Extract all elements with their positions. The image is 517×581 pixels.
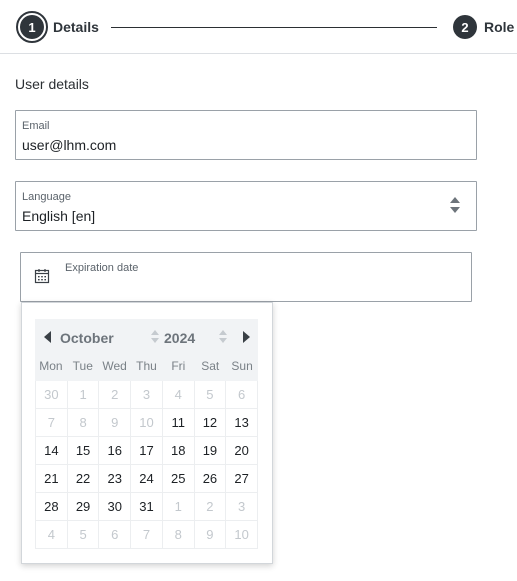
calendar-day[interactable]: 8 [67, 409, 100, 437]
step-2-label[interactable]: Role [484, 19, 514, 35]
weekday-label: Wed [102, 359, 127, 373]
month-select[interactable]: October [60, 330, 114, 346]
calendar-day[interactable]: 2 [99, 381, 132, 409]
calendar-day[interactable]: 19 [194, 437, 227, 465]
step-1-label[interactable]: Details [53, 19, 99, 35]
weekday-label: Thu [136, 359, 157, 373]
expiration-date-field[interactable]: Expiration date [20, 252, 472, 302]
calendar-day[interactable]: 8 [162, 521, 195, 549]
calendar-day[interactable]: 9 [194, 521, 227, 549]
calendar-day[interactable]: 27 [226, 465, 258, 493]
calendar-day[interactable]: 22 [67, 465, 100, 493]
email-field[interactable]: Email user@lhm.com [15, 110, 477, 160]
calendar-day[interactable]: 20 [226, 437, 258, 465]
calendar-day[interactable]: 14 [36, 437, 68, 465]
calendar-day[interactable]: 21 [36, 465, 68, 493]
stepper-connector [111, 27, 437, 28]
weekday-label: Tue [72, 359, 93, 373]
language-label: Language [22, 191, 71, 203]
calendar-day[interactable]: 29 [67, 493, 100, 521]
weekday-label: Fri [171, 359, 186, 373]
calendar-day[interactable]: 5 [194, 381, 227, 409]
calendar-day[interactable]: 6 [226, 381, 258, 409]
language-select[interactable]: Language English [en] [15, 181, 477, 231]
expiration-date-label: Expiration date [65, 262, 139, 274]
year-input[interactable]: 2024 [164, 330, 195, 346]
section-title: User details [15, 76, 89, 92]
calendar-day[interactable]: 12 [194, 409, 227, 437]
calendar-day[interactable]: 15 [67, 437, 100, 465]
prev-month-icon[interactable] [44, 331, 51, 343]
calendar-header: October 2024 [35, 319, 258, 355]
month-spinner-icon[interactable] [151, 330, 159, 344]
email-value: user@lhm.com [22, 137, 117, 153]
calendar-day[interactable]: 5 [67, 521, 100, 549]
step-2-number[interactable]: 2 [453, 15, 477, 39]
calendar-icon[interactable] [34, 268, 50, 284]
calendar-day[interactable]: 4 [162, 381, 195, 409]
email-label: Email [22, 120, 50, 132]
calendar-day[interactable]: 11 [162, 409, 195, 437]
weekday-label: Sun [231, 359, 253, 373]
calendar-day[interactable]: 7 [36, 409, 68, 437]
weekday-header: Mon Tue Wed Thu Fri Sat Sun [35, 355, 258, 381]
calendar-day[interactable]: 4 [36, 521, 68, 549]
datepicker-popup: October 2024 Mon Tue Wed Thu Fri Sat Sun… [21, 302, 273, 564]
calendar-day[interactable]: 2 [194, 493, 227, 521]
next-month-icon[interactable] [243, 331, 250, 343]
stepper: 1 Details 2 Role [0, 0, 517, 54]
calendar-day[interactable]: 17 [131, 437, 163, 465]
step-1-indicator[interactable]: 1 [16, 11, 48, 43]
calendar-day[interactable]: 10 [226, 521, 258, 549]
days-grid: 30 1 2 3 4 5 6 7 8 9 10 11 12 13 14 15 16 17 18 19 20 21 22 23 2… [35, 381, 258, 549]
select-arrows-icon [450, 197, 460, 215]
calendar-day[interactable]: 7 [131, 521, 163, 549]
step-1-number: 1 [20, 15, 44, 39]
calendar-day[interactable]: 18 [162, 437, 195, 465]
calendar-day[interactable]: 10 [131, 409, 163, 437]
weekday-label: Mon [39, 359, 63, 373]
calendar-day[interactable]: 6 [99, 521, 132, 549]
calendar-day[interactable]: 30 [36, 381, 68, 409]
calendar-day[interactable]: 1 [162, 493, 195, 521]
calendar-day[interactable]: 3 [226, 493, 258, 521]
stepper-divider [0, 53, 517, 54]
calendar-day[interactable]: 1 [67, 381, 100, 409]
calendar-day[interactable]: 28 [36, 493, 68, 521]
calendar-day[interactable]: 3 [131, 381, 163, 409]
calendar-day[interactable]: 23 [99, 465, 132, 493]
calendar-day[interactable]: 24 [131, 465, 163, 493]
calendar-day[interactable]: 25 [162, 465, 195, 493]
weekday-label: Sat [201, 359, 220, 373]
calendar: October 2024 Mon Tue Wed Thu Fri Sat Sun… [35, 319, 258, 549]
calendar-day[interactable]: 30 [99, 493, 132, 521]
calendar-day[interactable]: 31 [131, 493, 163, 521]
calendar-day[interactable]: 26 [194, 465, 227, 493]
year-spinner-icon[interactable] [219, 330, 227, 344]
calendar-day[interactable]: 9 [99, 409, 132, 437]
language-value: English [en] [22, 208, 96, 224]
calendar-day[interactable]: 16 [99, 437, 132, 465]
calendar-day[interactable]: 13 [226, 409, 258, 437]
